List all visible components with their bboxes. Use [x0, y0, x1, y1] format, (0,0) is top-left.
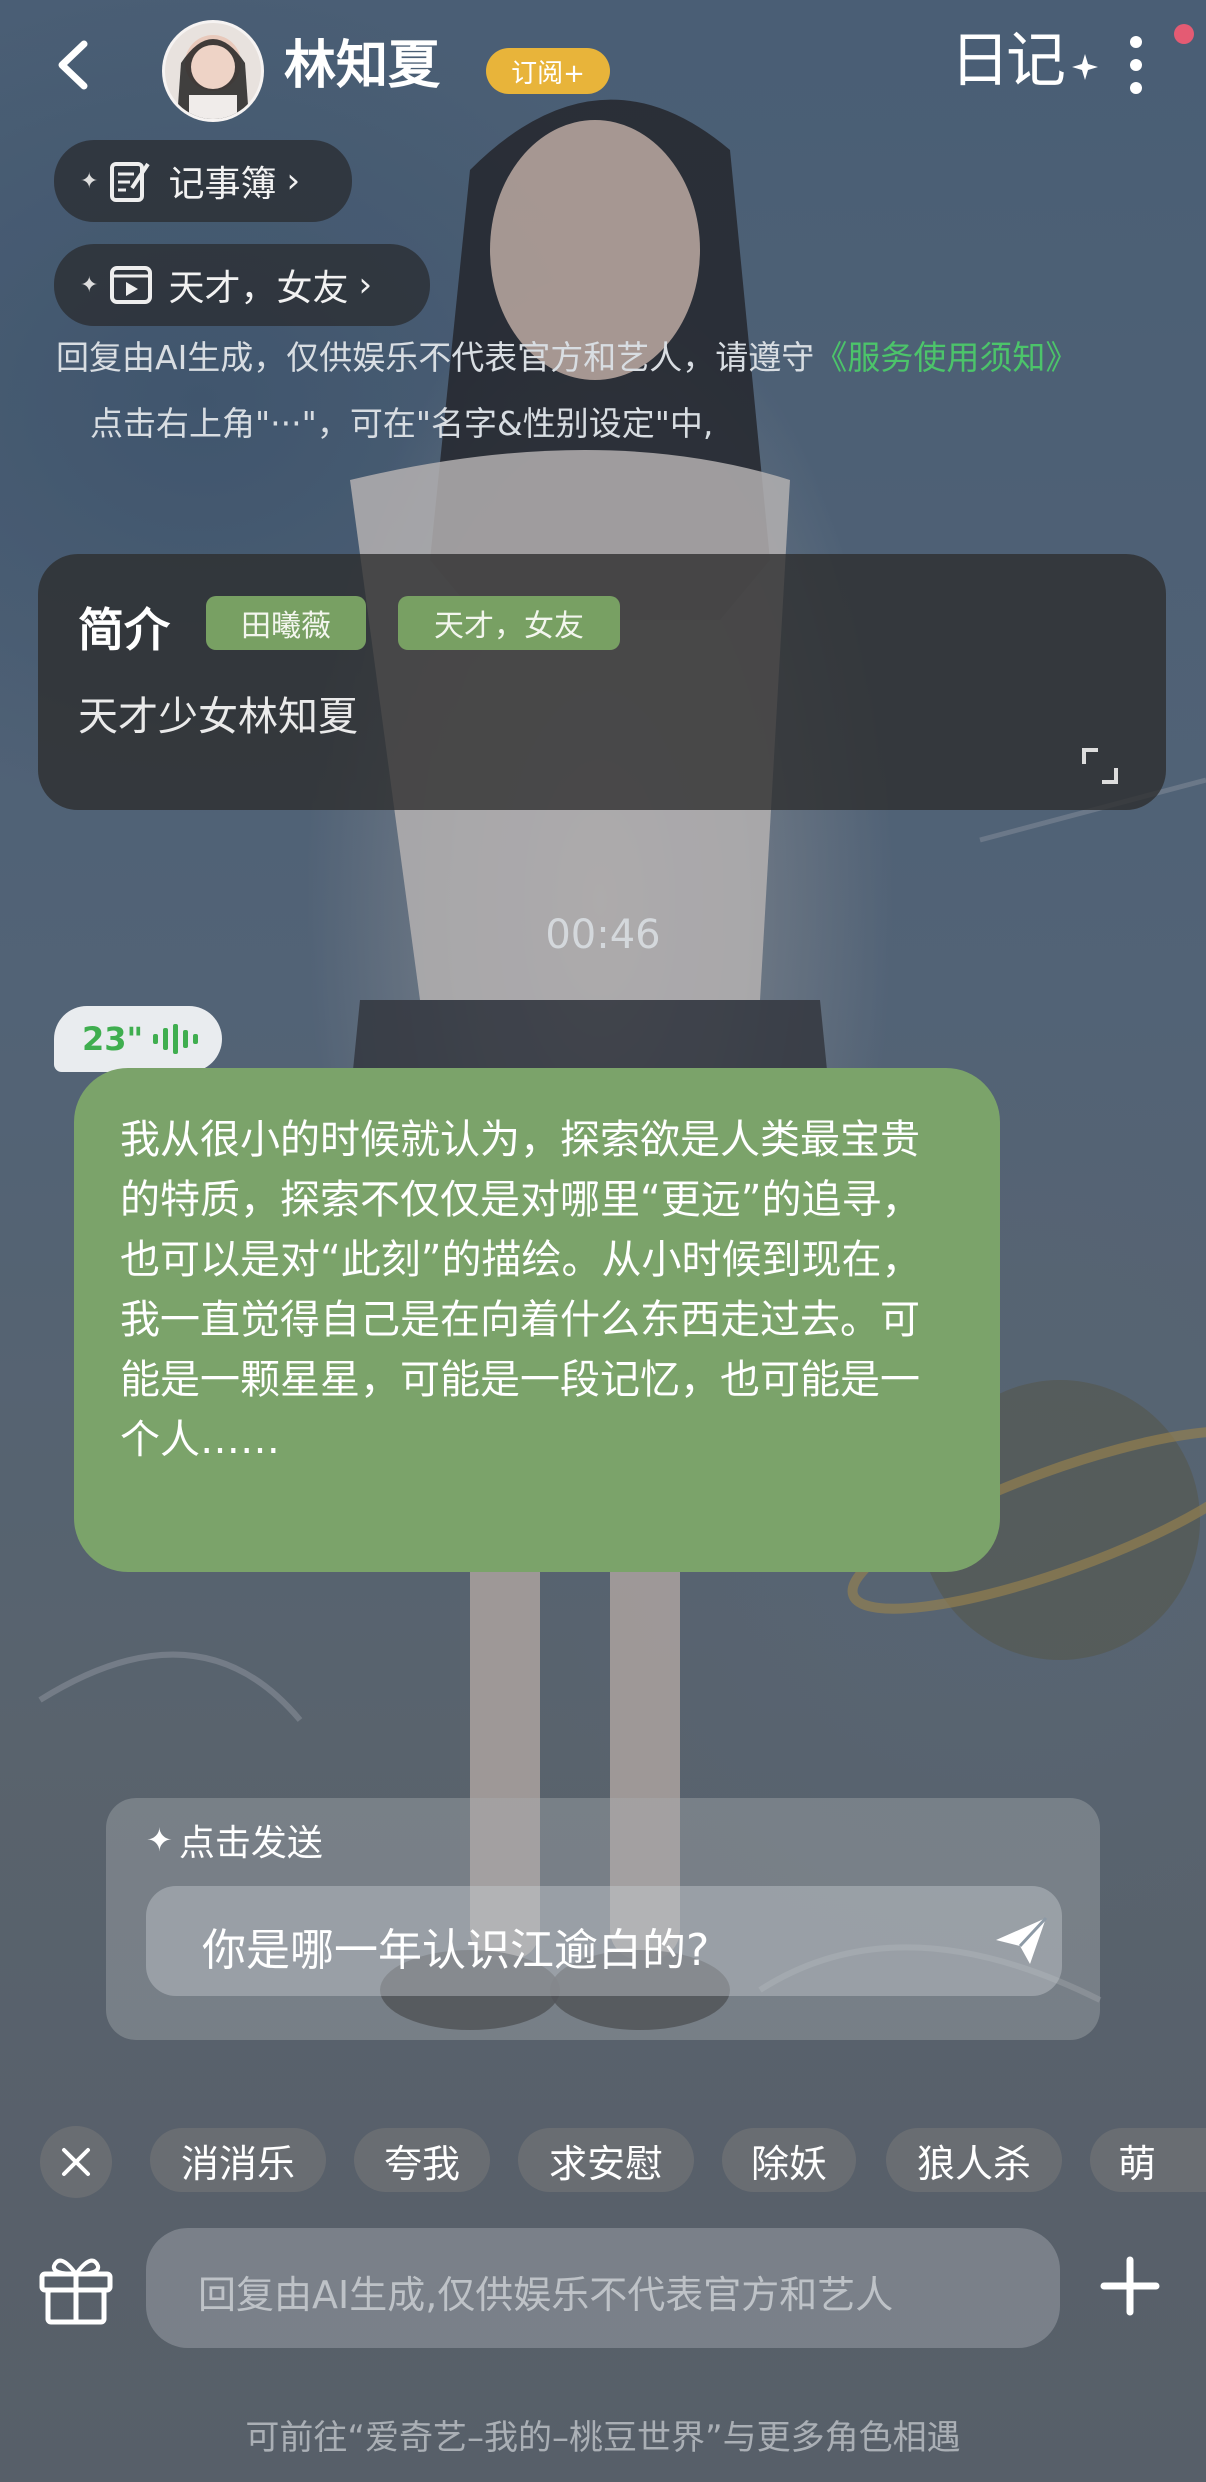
plus-icon	[1100, 2256, 1160, 2316]
send-icon[interactable]	[992, 1914, 1050, 1968]
suggested-question-button[interactable]: 你是哪一年认识江逾白的?	[146, 1886, 1062, 1996]
chat-screen: 林知夏 订阅+ 日记 ✦ 记事簿 › ✦ 天才，女友 › 回复由AI生成，仅供娱…	[0, 0, 1206, 2482]
diary-button[interactable]: 日记	[950, 12, 1100, 112]
disclaimer-text: 回复由AI生成，仅供娱乐不代表官方和艺人，请遵守	[56, 338, 815, 377]
subscribe-button[interactable]: 订阅+	[486, 48, 610, 94]
intro-title: 简介	[78, 603, 170, 657]
quick-chip[interactable]: 狼人杀	[886, 2128, 1062, 2192]
gift-button[interactable]	[34, 2244, 118, 2328]
ai-message-bubble[interactable]: 我从很小的时候就认为，探索欲是人类最宝贵的特质，探索不仅仅是对哪里“更远”的追寻…	[74, 1068, 1000, 1572]
intro-card[interactable]: 简介 田曦薇 天才，女友 天才少女林知夏	[38, 554, 1166, 810]
quick-chip[interactable]: 消消乐	[150, 2128, 326, 2192]
story-link[interactable]: ✦ 天才，女友 ›	[54, 244, 430, 326]
suggestion-header-label: 点击发送	[178, 1823, 323, 1864]
intro-description: 天才少女林知夏	[78, 694, 358, 740]
ai-disclaimer: 回复由AI生成，仅供娱乐不代表官方和艺人，请遵守《服务使用须知》	[56, 336, 1176, 380]
message-input-placeholder: 回复由AI生成,仅供娱乐不代表官方和艺人	[198, 2273, 894, 2317]
quick-chip[interactable]: 萌	[1090, 2128, 1206, 2192]
diary-label: 日记	[950, 26, 1066, 96]
suggestion-header: ✦ 点击发送	[146, 1814, 323, 1866]
quick-chip[interactable]: 求安慰	[518, 2128, 694, 2192]
sparkle-icon: ✦	[80, 272, 99, 298]
add-button[interactable]	[1098, 2254, 1162, 2318]
voice-waveform-icon	[153, 1024, 199, 1054]
message-timestamp: 00:46	[545, 912, 661, 958]
vertical-dots-icon	[1130, 36, 1142, 94]
more-button[interactable]	[1118, 30, 1154, 100]
notebook-label: 记事簿	[168, 164, 277, 205]
play-video-icon	[110, 266, 153, 304]
voice-message-badge[interactable]: 23"	[54, 1006, 222, 1072]
character-name: 林知夏	[284, 36, 441, 96]
sparkle-icon: ✦	[80, 168, 99, 194]
back-button[interactable]	[40, 30, 110, 100]
chevron-right-icon: ›	[358, 265, 373, 305]
notebook-link[interactable]: ✦ 记事簿 ›	[54, 140, 352, 222]
message-input[interactable]: 回复由AI生成,仅供娱乐不代表官方和艺人	[146, 2228, 1060, 2348]
chevron-right-icon: ›	[286, 161, 301, 201]
footer-hint: 可前往“爱奇艺–我的–桃豆世界”与更多角色相遇	[245, 2418, 961, 2458]
terms-link[interactable]: 《服务使用须知》	[814, 338, 1078, 377]
voice-duration: 23"	[82, 1020, 144, 1058]
close-icon	[62, 2148, 90, 2176]
quick-chip[interactable]: 除妖	[722, 2128, 856, 2192]
intro-tag: 天才，女友	[398, 596, 620, 650]
expand-icon[interactable]	[1080, 746, 1120, 786]
notification-dot	[1174, 24, 1194, 44]
story-label: 天才，女友	[168, 268, 349, 309]
quick-chip[interactable]: 夸我	[354, 2128, 490, 2192]
notebook-pen-icon	[110, 162, 151, 202]
gift-icon	[39, 2258, 113, 2325]
sparkle-icon: ✦	[146, 1821, 173, 1859]
ai-message-text: 我从很小的时候就认为，探索欲是人类最宝贵的特质，探索不仅仅是对哪里“更远”的追寻…	[120, 1117, 922, 1463]
intro-tag: 田曦薇	[206, 596, 366, 650]
suggested-question-text: 你是哪一年认识江逾白的?	[202, 1925, 710, 1976]
settings-hint: 点击右上角"···"，可在"名字&性别设定"中,	[90, 404, 714, 443]
close-chips-button[interactable]	[40, 2126, 112, 2198]
suggestion-panel: ✦ 点击发送 你是哪一年认识江逾白的?	[106, 1798, 1100, 2040]
avatar[interactable]	[162, 20, 264, 122]
sparkle-icon	[1072, 54, 1098, 80]
chevron-left-icon	[58, 40, 88, 90]
